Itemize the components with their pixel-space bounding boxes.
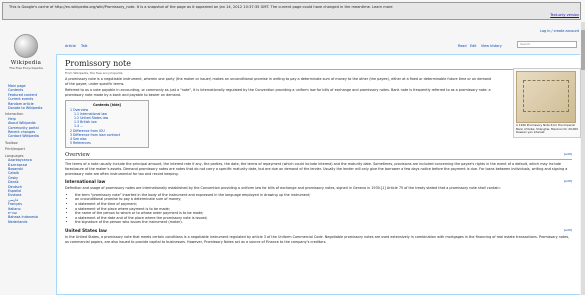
list-item: the signature of the person who issues t… xyxy=(75,220,572,225)
promissory-note-image[interactable] xyxy=(516,71,576,123)
sidebar-heading-print[interactable]: Print/export xyxy=(4,147,54,151)
infobox: A 1926 Promissory Note from the Imperial… xyxy=(513,68,581,138)
language-link[interactable]: Nederlands xyxy=(4,220,54,224)
section-heading-overview: Overview [edit] xyxy=(65,152,572,161)
overview-paragraph: The terms of a note usually include the … xyxy=(65,162,568,176)
search-input[interactable]: Search xyxy=(517,41,577,48)
tab-talk[interactable]: Talk xyxy=(81,44,88,48)
edit-section-link[interactable]: [edit] xyxy=(564,228,572,233)
cache-banner: This is Google's cache of http://en.wiki… xyxy=(2,2,581,20)
edit-section-link[interactable]: [edit] xyxy=(564,179,572,184)
section-heading-us: United States law [edit] xyxy=(65,228,572,233)
intro-paragraph-1: A promissory note is a negotiable instru… xyxy=(65,77,492,86)
wikipedia-logo[interactable]: Wikipedia The Free Encyclopedia xyxy=(6,34,46,74)
infobox-caption: A 1926 Promissory Note from the Imperial… xyxy=(516,123,578,135)
sidebar-item[interactable]: Donate to Wikipedia xyxy=(4,106,54,110)
login-link[interactable]: Log in / create account xyxy=(540,29,579,33)
heading-text: Overview xyxy=(65,152,90,159)
article-content: Promissory note From Wikipedia, the free… xyxy=(56,54,580,295)
sidebar-item[interactable]: Contact Wikipedia xyxy=(4,134,54,138)
table-of-contents: Contents [hide] 1 Overview 1.1 Internati… xyxy=(65,100,149,149)
tab-history[interactable]: View history xyxy=(481,44,502,48)
page-subtitle: From Wikipedia, the free encyclopedia xyxy=(65,71,123,75)
heading-text: United States law xyxy=(65,227,107,233)
tab-read[interactable]: Read xyxy=(458,44,467,48)
sidebar-heading-toolbox[interactable]: Toolbox xyxy=(4,141,54,145)
intro-paragraph-2: Referred to as a note payable in account… xyxy=(65,88,491,97)
page-title: Promissory note xyxy=(65,59,572,70)
heading-text: International law xyxy=(65,179,106,185)
edit-section-link[interactable]: [edit] xyxy=(564,152,572,158)
logo-tagline: The Free Encyclopedia xyxy=(9,66,43,70)
cache-banner-text: This is Google's cache of http://en.wiki… xyxy=(9,5,393,9)
scrollbar-thumb[interactable] xyxy=(581,30,585,70)
us-paragraph: In the United States, a promissory note … xyxy=(65,234,570,244)
toc-item[interactable]: 5 References xyxy=(70,141,144,145)
sidebar: Main page Contents Featured content Curr… xyxy=(4,84,54,224)
section-heading-international: International law [edit] xyxy=(65,179,572,184)
requirements-list: the term "promissory note" inserted in t… xyxy=(65,193,572,225)
tab-edit[interactable]: Edit xyxy=(470,44,477,48)
tab-article[interactable]: Article xyxy=(65,44,76,48)
globe-icon xyxy=(14,34,38,58)
text-only-link[interactable]: Text-only version xyxy=(550,13,579,17)
international-paragraph: Definition and usage of promissory notes… xyxy=(65,186,501,191)
